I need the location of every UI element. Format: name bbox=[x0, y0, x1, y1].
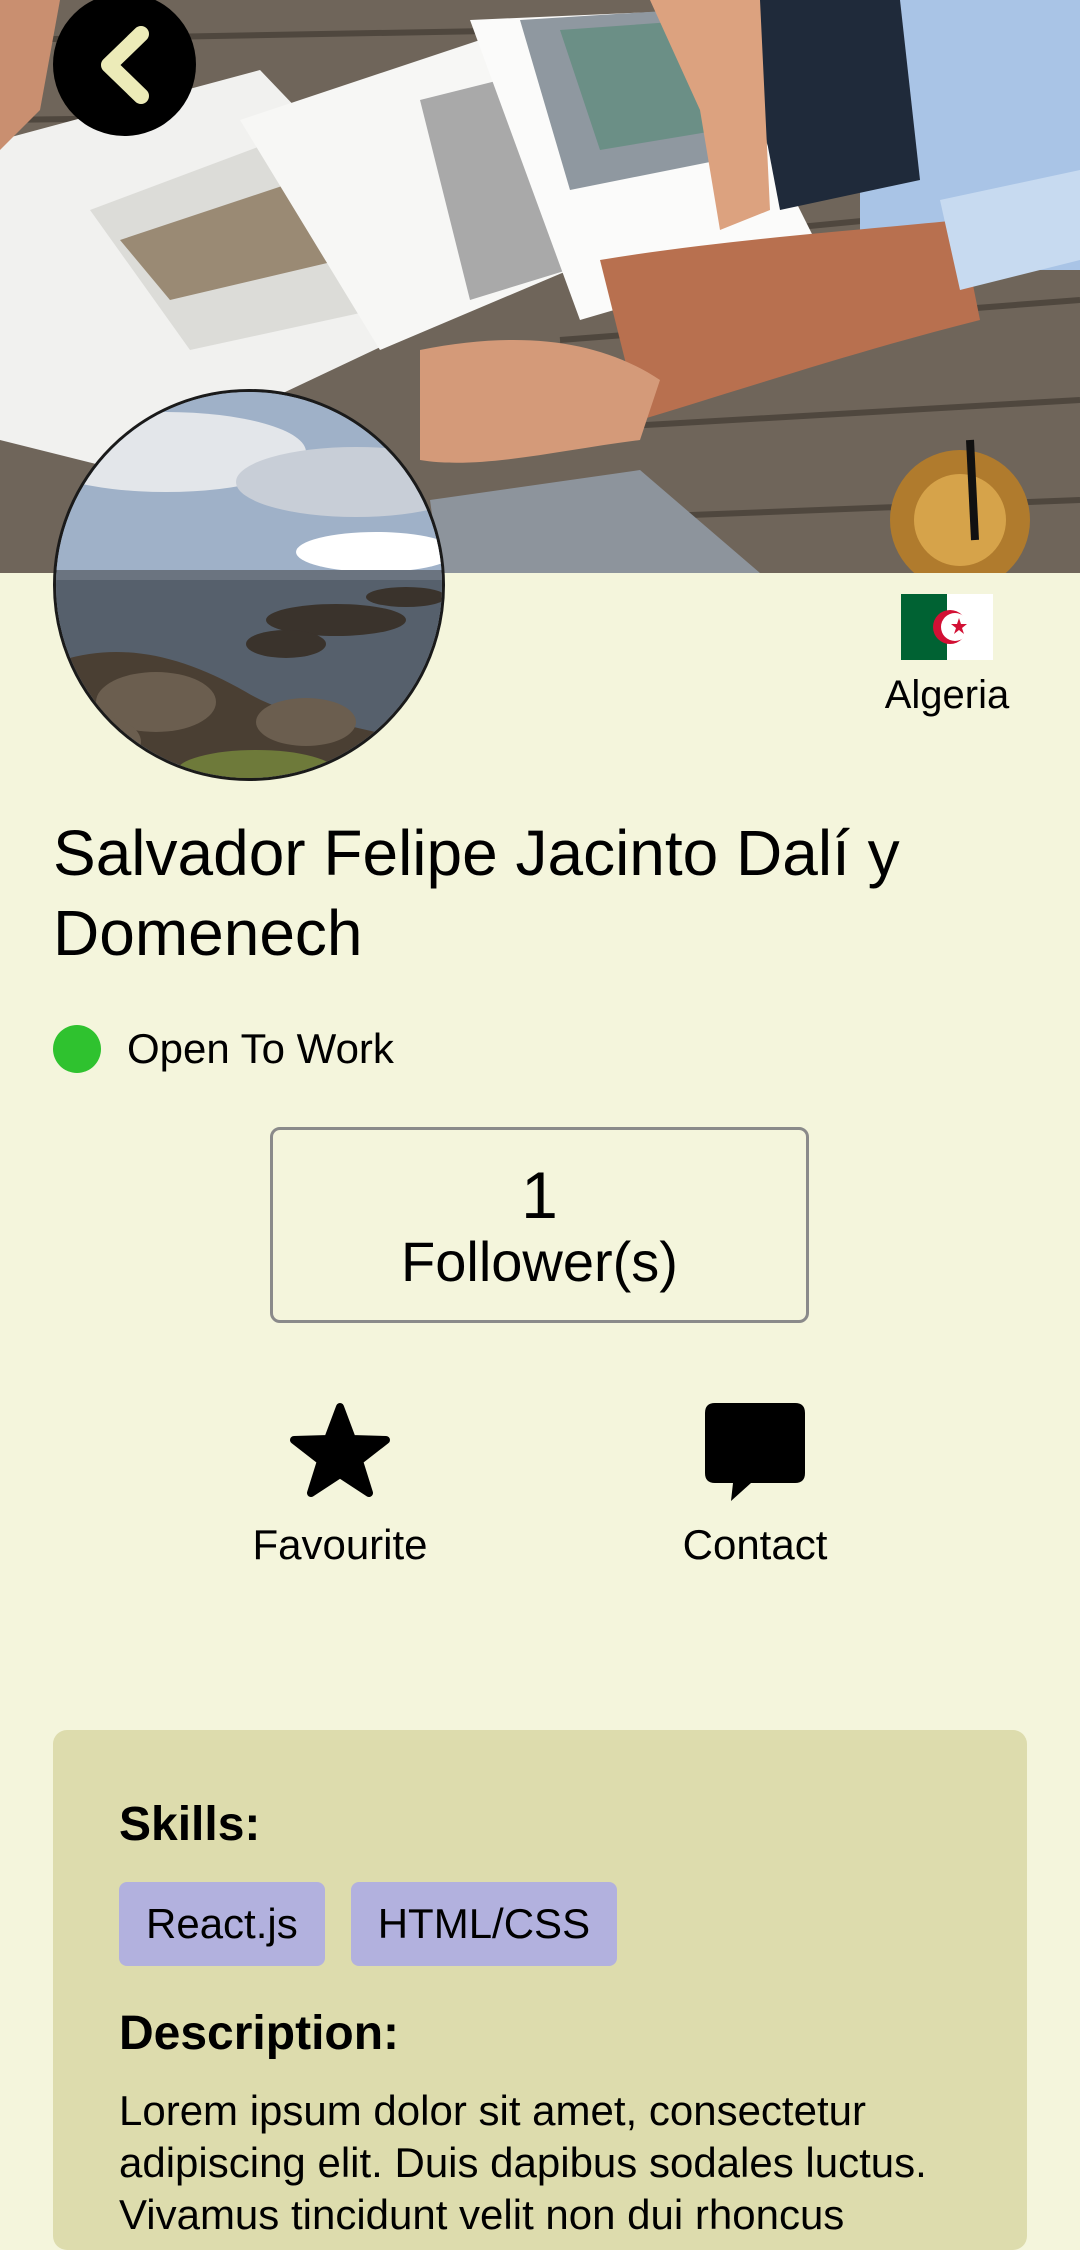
status-label: Open To Work bbox=[127, 1025, 394, 1072]
followers-box: 1 Follower(s) bbox=[270, 1127, 809, 1323]
status-indicator-dot bbox=[53, 1025, 101, 1073]
skills-title: Skills: bbox=[119, 1798, 261, 1851]
contact-label: Contact bbox=[682, 1521, 828, 1568]
description-title: Description: bbox=[119, 2007, 400, 2060]
favourite-button[interactable]: Favourite bbox=[220, 1395, 460, 1569]
skill-chip: HTML/CSS bbox=[350, 1882, 618, 1966]
avatar-seascape-illustration bbox=[56, 392, 442, 778]
country-name: Algeria bbox=[884, 673, 1010, 717]
algeria-flag-icon bbox=[901, 594, 993, 660]
profile-name: Salvador Felipe Jacinto Dalí y Domenech bbox=[53, 817, 900, 969]
work-status: Open To Work bbox=[53, 1025, 394, 1073]
speech-bubble-icon bbox=[705, 1403, 805, 1501]
skill-chip: React.js bbox=[119, 1882, 325, 1966]
avatar bbox=[53, 389, 445, 781]
favourite-label: Favourite bbox=[252, 1521, 428, 1568]
details-card: Skills: React.js HTML/CSS Description: L… bbox=[53, 1730, 1027, 2250]
chevron-left-icon bbox=[100, 25, 149, 104]
follower-count: 1 bbox=[521, 1158, 558, 1232]
contact-button[interactable]: Contact bbox=[635, 1395, 875, 1569]
follower-label: Follower(s) bbox=[401, 1230, 678, 1293]
star-icon bbox=[290, 1403, 390, 1497]
country: Algeria bbox=[867, 594, 1027, 718]
skills-list: React.js HTML/CSS bbox=[119, 1882, 618, 1966]
